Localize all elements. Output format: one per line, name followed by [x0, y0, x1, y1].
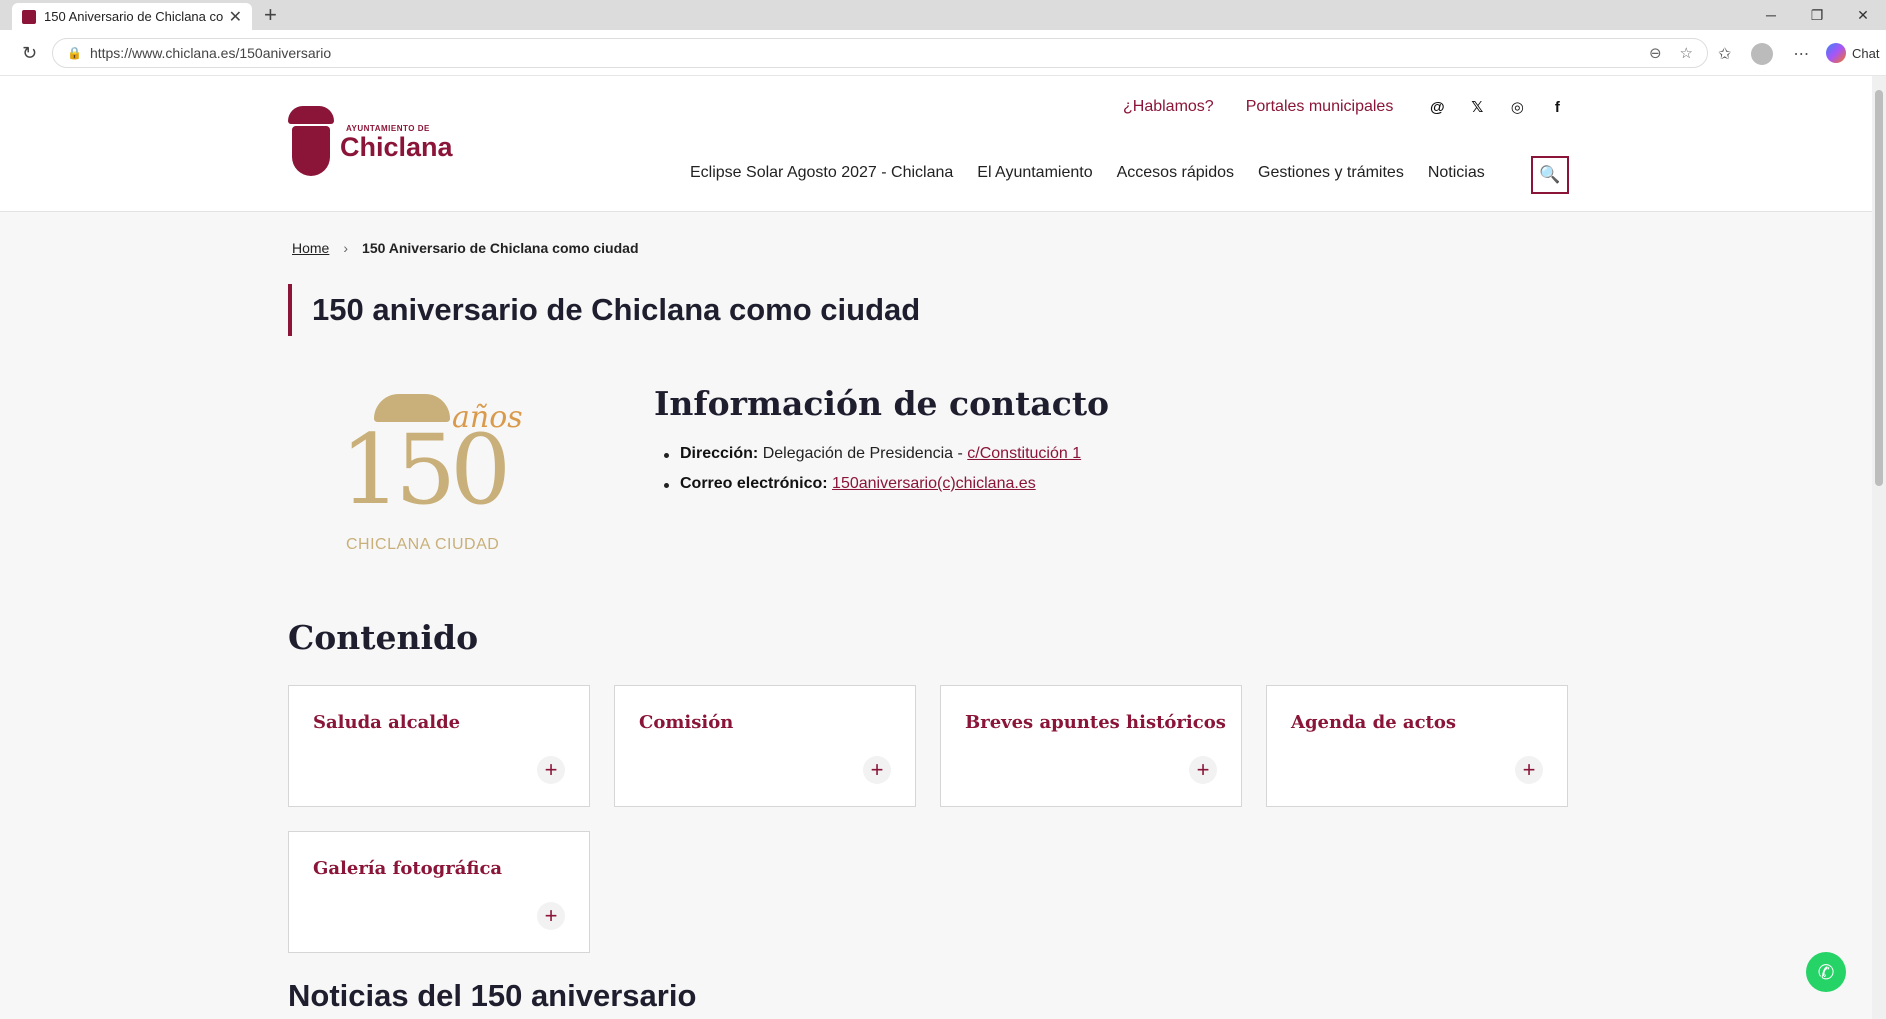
email-label: Correo electrónico:: [680, 475, 828, 492]
breadcrumb-current: 150 Aniversario de Chiclana como ciudad: [362, 240, 639, 256]
browser-tab[interactable]: 150 Aniversario de Chiclana como ✕: [12, 3, 252, 30]
close-window-icon[interactable]: ✕: [1840, 0, 1886, 30]
whatsapp-icon: ✆: [1817, 961, 1835, 984]
contact-email: Correo electrónico: 150aniversario(c)chi…: [664, 475, 1109, 493]
breadcrumb-home-link[interactable]: Home: [292, 240, 329, 256]
address-link[interactable]: c/Constitución 1: [967, 445, 1081, 462]
coat-of-arms-icon: [288, 106, 334, 178]
restore-icon[interactable]: ❐: [1794, 0, 1840, 30]
tab-title: 150 Aniversario de Chiclana como: [44, 9, 223, 24]
card-breves-apuntes[interactable]: Breves apuntes históricos +: [940, 685, 1242, 807]
plus-icon[interactable]: +: [537, 902, 565, 930]
news-heading: Noticias del 150 aniversario: [288, 978, 697, 1013]
favorite-star-icon[interactable]: ☆: [1680, 44, 1693, 62]
anniversary-logo-number: 150: [340, 414, 511, 526]
read-mode-icon[interactable]: ⊖: [1649, 44, 1662, 62]
card-agenda-actos[interactable]: Agenda de actos +: [1266, 685, 1568, 807]
site-logo[interactable]: AYUNTAMIENTO DE Chiclana: [288, 106, 453, 178]
browser-toolbar: ✩ ⋯: [1718, 43, 1809, 65]
new-tab-icon[interactable]: +: [264, 3, 277, 27]
nav-item-gestiones[interactable]: Gestiones y trámites: [1258, 164, 1404, 182]
search-icon: 🔍: [1539, 165, 1561, 184]
copilot-chat-button[interactable]: Chat: [1826, 40, 1879, 66]
contact-info: Información de contacto Dirección: Deleg…: [654, 384, 1109, 505]
page-scrollbar[interactable]: [1872, 76, 1886, 1019]
scrollbar-thumb[interactable]: [1875, 90, 1883, 486]
profile-avatar-icon[interactable]: [1751, 43, 1774, 65]
instagram-icon[interactable]: ◎: [1507, 98, 1527, 116]
plus-icon[interactable]: +: [863, 756, 891, 784]
url-field[interactable]: 🔒 https://www.chiclana.es/150aniversario…: [52, 38, 1708, 68]
card-comision[interactable]: Comisión +: [614, 685, 916, 807]
anniversary-logo: años 150 CHICLANA CIUDAD: [340, 390, 550, 560]
url-text: https://www.chiclana.es/150aniversario: [89, 45, 332, 61]
browser-tab-bar: 150 Aniversario de Chiclana como ✕ + ─ ❐…: [0, 0, 1886, 30]
plus-icon[interactable]: +: [537, 756, 565, 784]
threads-icon[interactable]: @: [1427, 99, 1447, 116]
content-heading: Contenido: [288, 618, 479, 657]
nav-item-accesos-rapidos[interactable]: Accesos rápidos: [1117, 164, 1234, 182]
plus-icon[interactable]: +: [1189, 756, 1217, 784]
plus-icon[interactable]: +: [1515, 756, 1543, 784]
card-saluda-alcalde[interactable]: Saluda alcalde +: [288, 685, 590, 807]
social-links: @ 𝕏 ◎ f: [1427, 98, 1567, 117]
search-button[interactable]: 🔍: [1531, 156, 1569, 194]
copilot-icon: [1826, 43, 1846, 63]
lock-icon[interactable]: 🔒: [67, 46, 82, 60]
nav-item-eclipse[interactable]: Eclipse Solar Agosto 2027 - Chiclana: [690, 164, 953, 182]
minimize-icon[interactable]: ─: [1748, 0, 1794, 30]
address-bar: ↻ 🔒 https://www.chiclana.es/150aniversar…: [0, 30, 1886, 76]
more-options-icon[interactable]: ⋯: [1793, 44, 1809, 64]
card-title: Comisión: [639, 712, 734, 733]
breadcrumb: Home › 150 Aniversario de Chiclana como …: [292, 240, 639, 256]
favorites-icon[interactable]: ✩: [1718, 44, 1731, 64]
address-text: Delegación de Presidencia -: [762, 445, 963, 462]
site-favicon-icon: [22, 9, 36, 24]
facebook-icon[interactable]: f: [1547, 99, 1567, 116]
card-title: Agenda de actos: [1291, 712, 1456, 733]
contact-address: Dirección: Delegación de Presidencia - c…: [664, 445, 1109, 463]
x-icon[interactable]: 𝕏: [1467, 98, 1487, 116]
top-links: ¿Hablamos? Portales municipales @ 𝕏 ◎ f: [1123, 98, 1567, 116]
main-nav: Eclipse Solar Agosto 2027 - Chiclana El …: [690, 164, 1509, 182]
nav-item-noticias[interactable]: Noticias: [1428, 164, 1485, 182]
card-galeria-fotografica[interactable]: Galería fotográfica +: [288, 831, 590, 953]
reload-icon[interactable]: ↻: [22, 43, 37, 64]
logo-big-text: Chiclana: [340, 131, 453, 162]
chat-label: Chat: [1852, 45, 1880, 61]
close-tab-icon[interactable]: ✕: [229, 7, 242, 27]
card-title: Breves apuntes históricos: [965, 712, 1226, 733]
email-link[interactable]: 150aniversario(c)chiclana.es: [832, 475, 1036, 492]
nav-item-ayuntamiento[interactable]: El Ayuntamiento: [977, 164, 1092, 182]
portales-municipales-link[interactable]: Portales municipales: [1246, 98, 1394, 116]
window-controls: ─ ❐ ✕: [1748, 0, 1886, 30]
contact-list: Dirección: Delegación de Presidencia - c…: [664, 445, 1109, 493]
page-title: 150 aniversario de Chiclana como ciudad: [288, 284, 920, 336]
whatsapp-button[interactable]: ✆: [1806, 952, 1846, 992]
chevron-right-icon: ›: [343, 240, 349, 256]
contact-heading: Información de contacto: [654, 384, 1110, 423]
anniversary-logo-subtitle: CHICLANA CIUDAD: [346, 536, 500, 553]
card-title: Galería fotográfica: [313, 858, 503, 879]
address-label: Dirección:: [680, 445, 759, 462]
hablamos-link[interactable]: ¿Hablamos?: [1123, 98, 1214, 116]
card-title: Saluda alcalde: [313, 712, 461, 733]
site-header: AYUNTAMIENTO DE Chiclana ¿Hablamos? Port…: [0, 76, 1872, 212]
